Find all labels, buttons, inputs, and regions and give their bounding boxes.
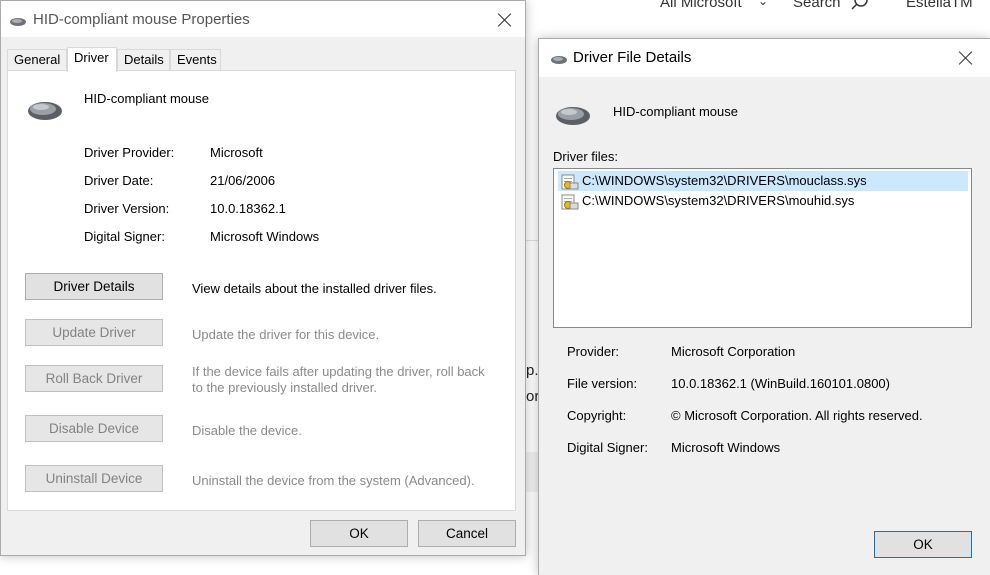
driver-date-value: 21/06/2006 [210, 173, 276, 188]
ok-button[interactable]: OK [310, 520, 408, 547]
driver-version-label: Driver Version: [84, 201, 170, 216]
mouse-icon [26, 98, 64, 125]
properties-titlebar[interactable]: HID-compliant mouse Properties [1, 1, 525, 37]
list-item[interactable]: C:\WINDOWS\system32\DRIVERS\mouhid.sys [558, 191, 968, 211]
details-titlebar[interactable]: Driver File Details [539, 39, 990, 77]
properties-dialog: HID-compliant mouse Properties General D… [0, 0, 526, 556]
file-version-label: File version: [567, 376, 638, 391]
digital-signer-value: Microsoft Windows [210, 229, 320, 244]
provider-value: Microsoft Corporation [671, 344, 796, 359]
disable-device-description: Disable the device. [192, 423, 302, 438]
file-path: C:\WINDOWS\system32\DRIVERS\mouhid.sys [582, 193, 855, 208]
disable-device-button[interactable]: Disable Device [25, 415, 163, 442]
chevron-down-icon: ⌄ [758, 0, 769, 8]
system-file-icon [560, 174, 580, 190]
driver-provider-label: Driver Provider: [84, 145, 175, 160]
uninstall-device-description: Uninstall the device from the system (Ad… [192, 473, 475, 488]
roll-back-description-line-2: to the previously installed driver. [192, 380, 377, 395]
close-icon[interactable] [491, 6, 519, 34]
cancel-button[interactable]: Cancel [418, 520, 516, 547]
nav-search[interactable]: Search [793, 0, 841, 11]
file-version-value: 10.0.18362.1 (WinBuild.160101.0800) [671, 376, 890, 391]
copyright-value: © Microsoft Corporation. All rights rese… [671, 408, 923, 423]
copyright-label: Copyright: [567, 408, 627, 423]
tab-driver[interactable]: Driver [67, 47, 117, 72]
digital-signer-value: Microsoft Windows [671, 440, 781, 455]
background-text-fragment: p. [526, 362, 539, 379]
driver-tab-panel: HID-compliant mouse Driver Provider: Mic… [7, 70, 516, 511]
driver-version-value: 10.0.18362.1 [210, 201, 286, 216]
provider-label: Provider: [567, 344, 620, 359]
nav-user[interactable]: EstellaTM [906, 0, 973, 11]
device-name: HID-compliant mouse [84, 91, 209, 106]
tab-general[interactable]: General [7, 49, 67, 71]
mouse-icon [554, 103, 592, 130]
tab-events[interactable]: Events [170, 49, 221, 71]
uninstall-device-button[interactable]: Uninstall Device [25, 465, 163, 492]
system-file-icon [560, 194, 580, 210]
driver-date-label: Driver Date: [84, 173, 154, 188]
mouse-icon [550, 53, 568, 68]
update-driver-button[interactable]: Update Driver [25, 319, 163, 346]
nav-all-microsoft[interactable]: All Microsoft [660, 0, 742, 11]
driver-files-list[interactable]: C:\WINDOWS\system32\DRIVERS\mouclass.sys… [553, 168, 972, 328]
driver-details-button[interactable]: Driver Details [25, 273, 163, 300]
digital-signer-label: Digital Signer: [84, 229, 165, 244]
mouse-icon [9, 15, 27, 30]
driver-file-details-dialog: Driver File Details HID-compliant mouse … [538, 38, 990, 575]
file-path: C:\WINDOWS\system32\DRIVERS\mouclass.sys [582, 173, 867, 188]
roll-back-driver-button[interactable]: Roll Back Driver [25, 365, 163, 392]
driver-provider-value: Microsoft [210, 145, 263, 160]
device-name: HID-compliant mouse [613, 104, 738, 119]
ok-button[interactable]: OK [874, 531, 972, 558]
search-icon[interactable] [850, 0, 870, 16]
details-title: Driver File Details [573, 49, 692, 66]
driver-files-label: Driver files: [553, 149, 619, 164]
close-icon[interactable] [952, 44, 980, 72]
driver-details-description: View details about the installed driver … [192, 281, 437, 296]
digital-signer-label: Digital Signer: [567, 440, 648, 455]
roll-back-description-line-1: If the device fails after updating the d… [192, 364, 485, 379]
properties-title: HID-compliant mouse Properties [33, 11, 250, 28]
list-item[interactable]: C:\WINDOWS\system32\DRIVERS\mouclass.sys [558, 171, 968, 191]
update-driver-description: Update the driver for this device. [192, 327, 380, 342]
tab-details[interactable]: Details [117, 49, 170, 71]
